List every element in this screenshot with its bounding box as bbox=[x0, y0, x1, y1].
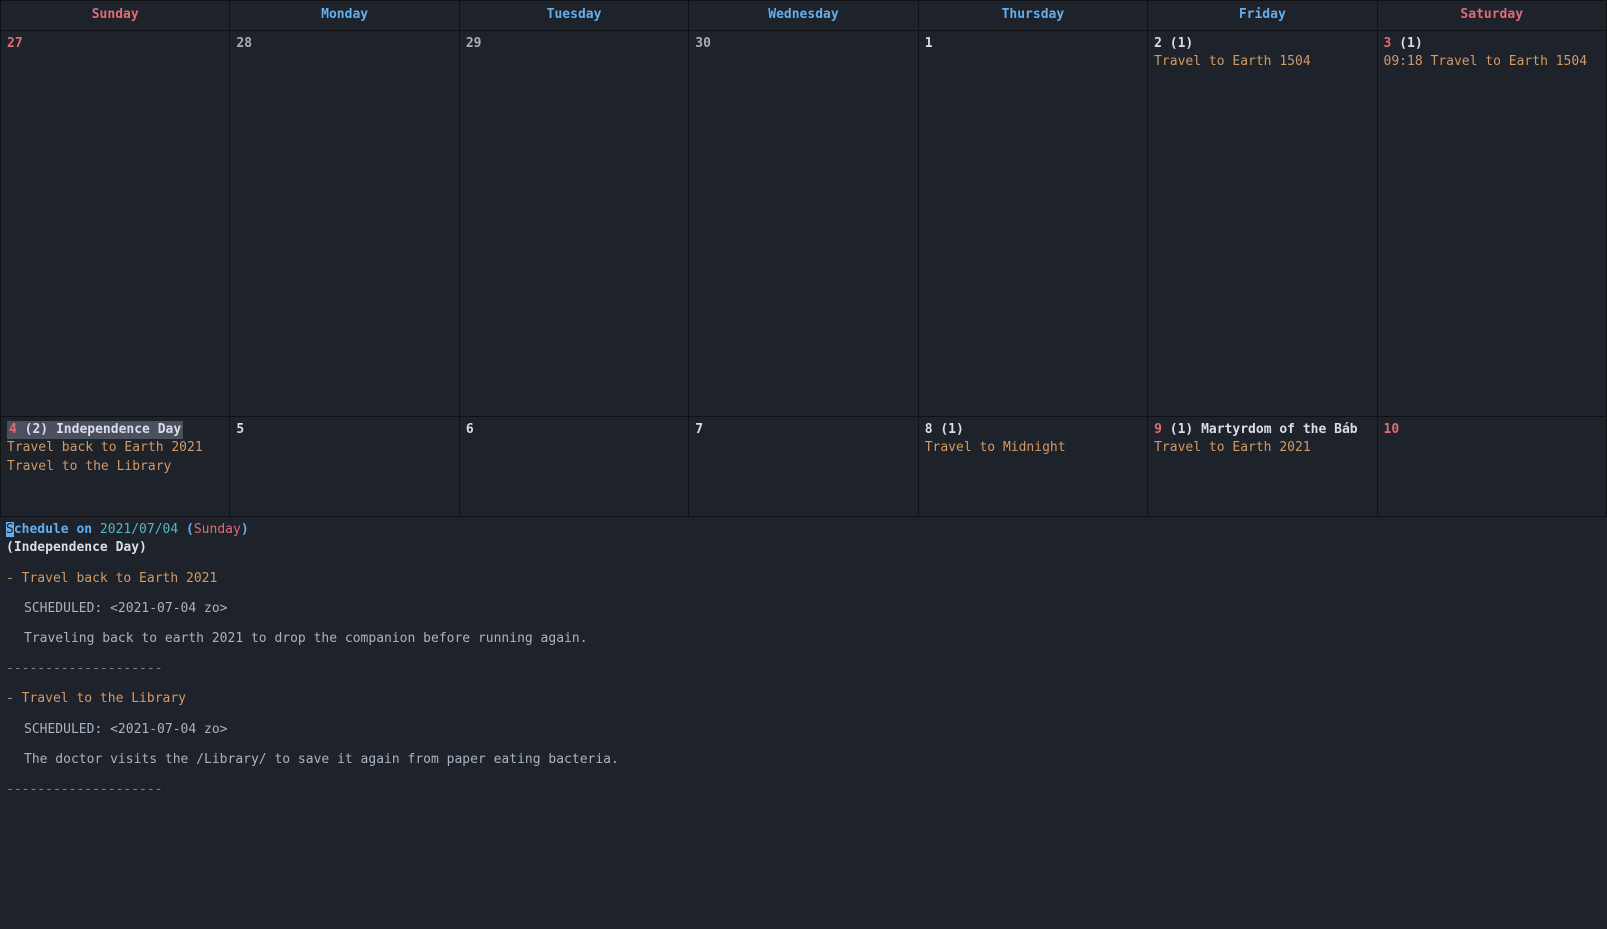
header-friday: Friday bbox=[1148, 1, 1377, 31]
event-count: (1) bbox=[1170, 422, 1193, 437]
paren-open: ( bbox=[178, 522, 194, 537]
event-count: (1) bbox=[1399, 36, 1422, 51]
header-sunday: Sunday bbox=[1, 1, 230, 31]
day-cell-9[interactable]: 9 (1) Martyrdom of the Báb Travel to Ear… bbox=[1148, 417, 1377, 517]
header-thursday: Thursday bbox=[919, 1, 1148, 31]
holiday-label: Martyrdom of the Báb bbox=[1201, 422, 1358, 437]
day-number: 8 bbox=[925, 422, 933, 437]
schedule-panel: Schedule on 2021/07/04 (Sunday) (Indepen… bbox=[0, 517, 1607, 799]
schedule-item-desc: The doctor visits the /Library/ to save … bbox=[24, 751, 1601, 769]
schedule-item-scheduled: SCHEDULED: <2021-07-04 zo> bbox=[24, 600, 1601, 618]
calendar-week-2: 4 (2) Independence Day Travel back to Ea… bbox=[1, 417, 1606, 517]
event-item[interactable]: 09:18 Travel to Earth 1504 bbox=[1384, 53, 1600, 71]
paren-close: ) bbox=[241, 522, 249, 537]
day-cell-8[interactable]: 8 (1) Travel to Midnight bbox=[919, 417, 1148, 517]
schedule-title: Schedule on 2021/07/04 (Sunday) bbox=[6, 521, 1601, 539]
day-cell-6[interactable]: 6 bbox=[460, 417, 689, 517]
event-item[interactable]: Travel back to Earth 2021 bbox=[7, 439, 223, 457]
day-number: 2 bbox=[1154, 36, 1162, 51]
separator: -------------------- bbox=[6, 781, 1601, 799]
event-item[interactable]: Travel to Earth 1504 bbox=[1154, 53, 1370, 71]
schedule-item-title[interactable]: - Travel to the Library bbox=[6, 690, 1601, 708]
selected-day-badge: 4 (2) Independence Day bbox=[7, 421, 183, 439]
holiday-label: Independence Day bbox=[56, 422, 181, 437]
day-number: 28 bbox=[236, 36, 252, 51]
event-count: (2) bbox=[25, 422, 48, 437]
cursor-highlight: S bbox=[6, 522, 14, 537]
header-saturday: Saturday bbox=[1378, 1, 1606, 31]
day-number: 10 bbox=[1384, 422, 1400, 437]
schedule-item-title[interactable]: - Travel back to Earth 2021 bbox=[6, 570, 1601, 588]
day-number: 6 bbox=[466, 422, 474, 437]
day-cell-1[interactable]: 1 bbox=[919, 31, 1148, 417]
separator: -------------------- bbox=[6, 660, 1601, 678]
calendar-header-row: Sunday Monday Tuesday Wednesday Thursday… bbox=[1, 1, 1606, 31]
day-cell-7[interactable]: 7 bbox=[689, 417, 918, 517]
day-cell-3[interactable]: 3 (1) 09:18 Travel to Earth 1504 bbox=[1378, 31, 1606, 417]
day-cell-4-selected[interactable]: 4 (2) Independence Day Travel back to Ea… bbox=[1, 417, 230, 517]
day-number: 1 bbox=[925, 36, 933, 51]
schedule-dayname: Sunday bbox=[194, 522, 241, 537]
event-item[interactable]: Travel to Earth 2021 bbox=[1154, 439, 1370, 457]
event-count: (1) bbox=[940, 422, 963, 437]
schedule-subtitle: (Independence Day) bbox=[6, 539, 1601, 557]
schedule-item-scheduled: SCHEDULED: <2021-07-04 zo> bbox=[24, 721, 1601, 739]
day-number: 5 bbox=[236, 422, 244, 437]
schedule-date: 2021/07/04 bbox=[100, 522, 178, 537]
day-cell-27[interactable]: 27 bbox=[1, 31, 230, 417]
calendar-grid: Sunday Monday Tuesday Wednesday Thursday… bbox=[0, 0, 1607, 517]
day-number: 29 bbox=[466, 36, 482, 51]
schedule-item-desc: Traveling back to earth 2021 to drop the… bbox=[24, 630, 1601, 648]
day-cell-28[interactable]: 28 bbox=[230, 31, 459, 417]
schedule-title-text: chedule on bbox=[14, 522, 100, 537]
day-number: 7 bbox=[695, 422, 703, 437]
day-number: 3 bbox=[1384, 36, 1392, 51]
day-cell-2[interactable]: 2 (1) Travel to Earth 1504 bbox=[1148, 31, 1377, 417]
calendar-week-1: 27 28 29 30 1 2 (1) Travel to Earth 1504… bbox=[1, 31, 1606, 417]
header-wednesday: Wednesday bbox=[689, 1, 918, 31]
header-monday: Monday bbox=[230, 1, 459, 31]
event-count: (1) bbox=[1170, 36, 1193, 51]
event-item[interactable]: Travel to the Library bbox=[7, 458, 223, 476]
event-item[interactable]: Travel to Midnight bbox=[925, 439, 1141, 457]
day-number: 27 bbox=[7, 36, 23, 51]
day-cell-29[interactable]: 29 bbox=[460, 31, 689, 417]
day-number: 9 bbox=[1154, 422, 1162, 437]
day-number: 4 bbox=[9, 422, 17, 437]
day-cell-10[interactable]: 10 bbox=[1378, 417, 1606, 517]
day-cell-5[interactable]: 5 bbox=[230, 417, 459, 517]
day-cell-30[interactable]: 30 bbox=[689, 31, 918, 417]
day-number: 30 bbox=[695, 36, 711, 51]
header-tuesday: Tuesday bbox=[460, 1, 689, 31]
